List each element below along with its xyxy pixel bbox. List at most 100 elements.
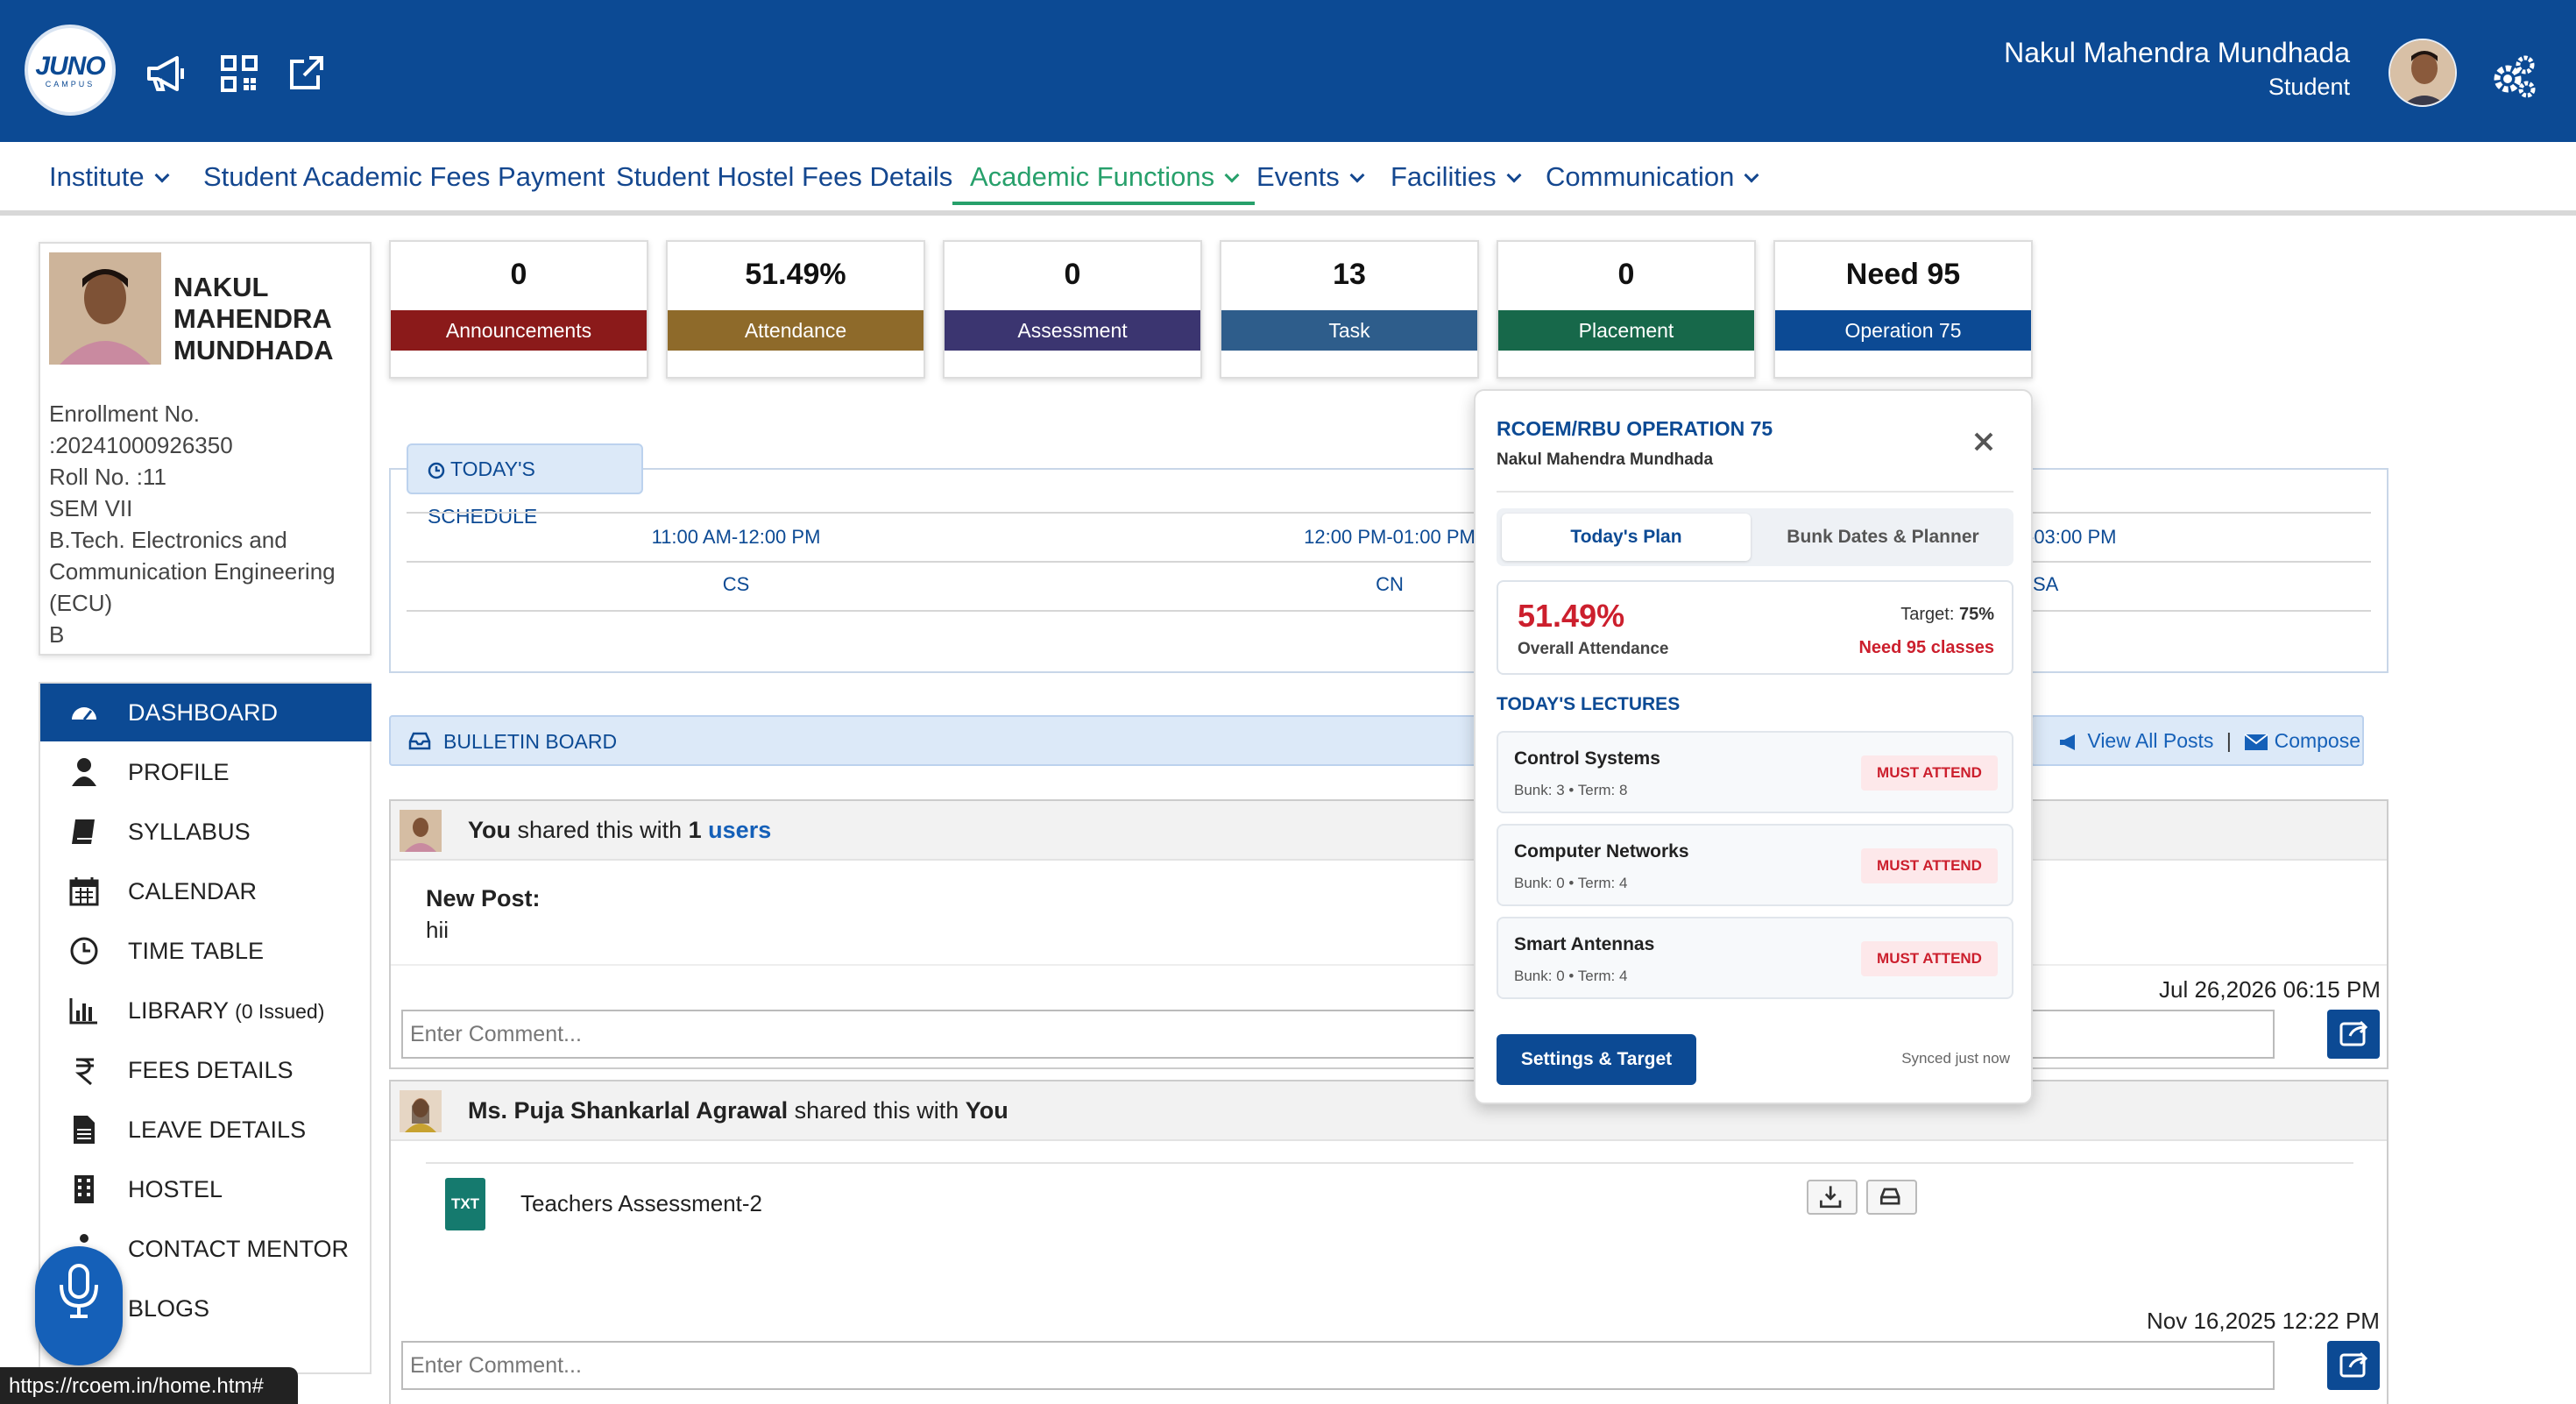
menu-hostel-fees[interactable]: Student Hostel Fees Details bbox=[616, 161, 952, 205]
lecture-item: Control Systems Bunk: 3 • Term: 8 MUST A… bbox=[1497, 731, 2013, 813]
profile-photo bbox=[49, 252, 161, 365]
top-header: JUNO CAMPUS Nakul Mahendra Mundhada Stud… bbox=[0, 0, 2576, 142]
post-date: Nov 16,2025 12:22 PM bbox=[2147, 1308, 2380, 1334]
header-user-name: Nakul Mahendra Mundhada bbox=[2004, 37, 2350, 68]
close-icon[interactable] bbox=[1971, 429, 1996, 454]
attendance-percent: 51.49% bbox=[1518, 598, 1625, 634]
popup-title: RCOEM/RBU OPERATION 75 bbox=[1497, 417, 1773, 440]
chevron-down-icon bbox=[1349, 167, 1365, 183]
author-portrait-icon bbox=[400, 1090, 442, 1132]
bulletin-post: Ms. Puja Shankarlal Agrawal shared this … bbox=[389, 1080, 2388, 1404]
sync-status: Synced just now bbox=[1901, 1050, 2010, 1067]
menu-academic-functions[interactable]: Academic Functions bbox=[952, 161, 1256, 205]
bulletin-post: You shared this with 1 users New Post: h… bbox=[389, 799, 2388, 1069]
operation-75-card[interactable]: Need 95 Operation 75 bbox=[1773, 240, 2033, 379]
post-author-avatar bbox=[400, 1090, 442, 1132]
menu-institute[interactable]: Institute bbox=[49, 161, 170, 205]
post-author-avatar bbox=[400, 810, 442, 852]
main-menu: Institute Student Academic Fees Payment … bbox=[0, 142, 2576, 216]
post-divider bbox=[426, 1162, 2353, 1164]
menu-events[interactable]: Events bbox=[1256, 161, 1365, 205]
share-icon bbox=[2339, 1020, 2368, 1046]
menu-facilities[interactable]: Facilities bbox=[1391, 161, 1522, 205]
send-comment-button[interactable] bbox=[2327, 1341, 2380, 1390]
schedule-divider bbox=[407, 512, 2371, 514]
sidebar-item-library[interactable]: LIBRARY (0 Issued) bbox=[40, 982, 372, 1039]
popup-divider bbox=[1497, 491, 2013, 493]
file-name[interactable]: Teachers Assessment-2 bbox=[520, 1190, 762, 1217]
tab-bunk-dates-planner[interactable]: Bunk Dates & Planner bbox=[1756, 514, 2010, 561]
task-card[interactable]: 13 Task bbox=[1220, 240, 1479, 379]
settings-gear-icon[interactable] bbox=[2488, 53, 2537, 102]
send-comment-button[interactable] bbox=[2327, 1010, 2380, 1059]
rupee-icon bbox=[74, 1058, 94, 1086]
schedule-tag: TODAY'S SCHEDULE bbox=[407, 443, 643, 528]
bulletin-actions: View All Posts | Compose bbox=[2031, 715, 2364, 766]
need-classes: Need 95 classes bbox=[1858, 638, 1994, 657]
download-button[interactable] bbox=[1807, 1180, 1858, 1215]
sidebar-item-dashboard[interactable]: DASHBOARD bbox=[40, 684, 372, 741]
calendar-icon bbox=[69, 877, 99, 906]
header-user-role: Student bbox=[2268, 74, 2350, 100]
placement-card[interactable]: 0 Placement bbox=[1497, 240, 1756, 379]
lectures-heading: TODAY'S LECTURES bbox=[1497, 694, 1681, 714]
schedule-time: -03:00 PM bbox=[2028, 526, 2117, 548]
sidebar-item-hostel[interactable]: HOSTEL bbox=[40, 1160, 372, 1218]
megaphone-icon[interactable] bbox=[145, 54, 189, 93]
profile-card: NAKUL MAHENDRA MUNDHADA Enrollment No. :… bbox=[39, 242, 372, 656]
clock-icon bbox=[70, 937, 98, 965]
user-avatar[interactable] bbox=[2388, 39, 2457, 107]
clock-icon bbox=[428, 462, 445, 479]
menu-academic-fees[interactable]: Student Academic Fees Payment bbox=[203, 161, 605, 205]
post-header: You shared this with 1 users bbox=[391, 801, 2387, 861]
tab-todays-plan[interactable]: Today's Plan bbox=[1502, 514, 1751, 561]
microphone-icon bbox=[60, 1264, 98, 1318]
save-drive-button[interactable] bbox=[1866, 1180, 1917, 1215]
qr-code-icon[interactable] bbox=[217, 54, 261, 93]
juno-logo[interactable]: JUNO CAMPUS bbox=[25, 25, 116, 116]
profile-info: Enrollment No. :20241000926350 Roll No. … bbox=[49, 401, 336, 648]
assessment-card[interactable]: 0 Assessment bbox=[943, 240, 1202, 379]
menu-communication[interactable]: Communication bbox=[1546, 161, 1759, 205]
hard-drive-icon bbox=[1879, 1188, 1900, 1205]
comment-input[interactable]: Enter Comment... bbox=[401, 1341, 2275, 1390]
must-attend-badge: MUST ATTEND bbox=[1861, 941, 1998, 976]
sidebar-item-syllabus[interactable]: SYLLABUS bbox=[40, 803, 372, 861]
chevron-down-icon bbox=[1506, 167, 1522, 183]
building-icon bbox=[74, 1175, 94, 1203]
external-link-icon[interactable] bbox=[284, 54, 328, 93]
profile-portrait-icon bbox=[49, 252, 161, 365]
attendance-card[interactable]: 51.49% Attendance bbox=[666, 240, 925, 379]
book-icon bbox=[72, 819, 95, 844]
compose-link[interactable]: Compose bbox=[2244, 729, 2360, 752]
sidebar-item-time-table[interactable]: TIME TABLE bbox=[40, 922, 372, 980]
download-icon bbox=[1820, 1186, 1842, 1209]
post-header: Ms. Puja Shankarlal Agrawal shared this … bbox=[391, 1081, 2387, 1141]
megaphone-icon bbox=[2060, 734, 2075, 750]
post-title: New Post: bbox=[426, 885, 541, 911]
schedule-divider bbox=[407, 561, 2371, 563]
post-target-link[interactable]: users bbox=[708, 817, 771, 843]
sidebar-item-leave-details[interactable]: LEAVE DETAILS bbox=[40, 1101, 372, 1159]
popup-tabs: Today's Plan Bunk Dates & Planner bbox=[1497, 508, 2013, 566]
schedule-subject[interactable]: SA bbox=[2033, 573, 2085, 596]
document-icon bbox=[74, 1116, 95, 1144]
schedule-time: 11:00 AM-12:00 PM bbox=[651, 526, 821, 548]
post-divider bbox=[391, 964, 2387, 966]
profile-name: NAKUL MAHENDRA MUNDHADA bbox=[173, 272, 334, 365]
avatar-portrait-icon bbox=[2390, 40, 2455, 105]
sidebar-item-profile[interactable]: PROFILE bbox=[40, 743, 372, 801]
chevron-down-icon bbox=[1744, 167, 1759, 183]
post-date: Jul 26,2026 06:15 PM bbox=[2159, 976, 2381, 1003]
announcements-card[interactable]: 0 Announcements bbox=[389, 240, 648, 379]
operation-75-popup: RCOEM/RBU OPERATION 75 Nakul Mahendra Mu… bbox=[1474, 389, 2033, 1104]
schedule-subject[interactable]: CS bbox=[561, 573, 911, 596]
user-icon bbox=[72, 758, 96, 786]
popup-subtitle: Nakul Mahendra Mundhada bbox=[1497, 450, 1714, 469]
view-all-posts-link[interactable]: View All Posts bbox=[2057, 729, 2213, 752]
sidebar-item-fees-details[interactable]: FEES DETAILS bbox=[40, 1041, 372, 1099]
sidebar-item-calendar[interactable]: CALENDAR bbox=[40, 862, 372, 920]
settings-target-button[interactable]: Settings & Target bbox=[1497, 1034, 1696, 1085]
voice-assistant-button[interactable] bbox=[35, 1246, 123, 1365]
dashboard-icon bbox=[72, 707, 96, 720]
